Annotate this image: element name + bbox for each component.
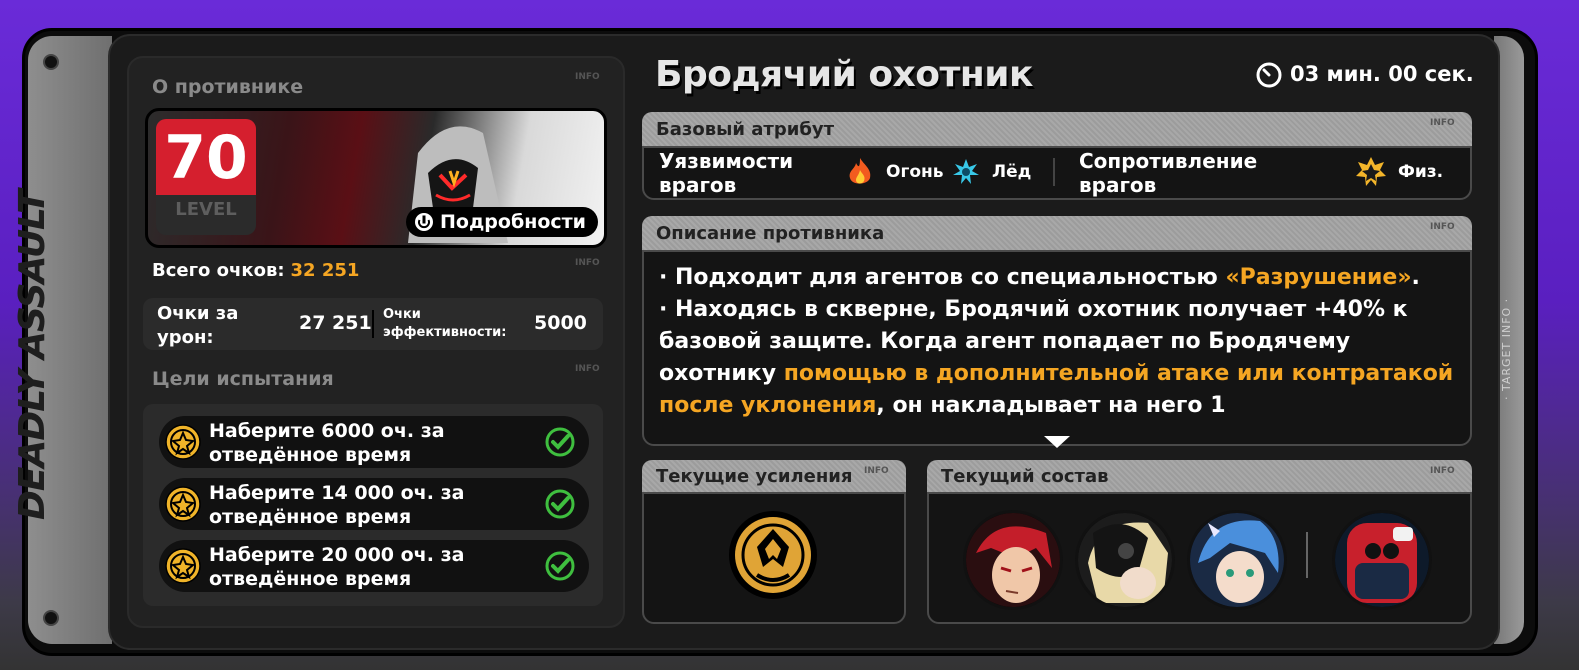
medal-icon <box>165 486 201 522</box>
bangboo-portrait <box>1335 513 1429 607</box>
damage-score-value: 27 251 <box>299 312 372 334</box>
current-team-title: Текущий состав <box>941 466 1109 487</box>
agent-avatar[interactable] <box>963 510 1063 610</box>
info-tag: INFO <box>1430 222 1455 232</box>
level-number: 70 <box>156 119 256 195</box>
power-icon <box>415 213 433 231</box>
divider <box>1053 158 1055 186</box>
desc-line-2-end: , он накладывает на него 1 <box>876 393 1226 418</box>
info-tag: INFO <box>1430 118 1455 128</box>
goal-text: Наберите 14 000 оч. за отведённое время <box>209 482 465 528</box>
screw-icon <box>43 610 59 626</box>
resistance-physical: Физ. <box>1398 162 1444 182</box>
about-enemy-title: О противнике <box>152 76 304 98</box>
target-info-label: · TARGET INFO · <box>1500 297 1513 400</box>
scroll-down-arrow-icon[interactable] <box>1044 436 1070 448</box>
info-tag: INFO <box>575 258 600 268</box>
total-score-label: Всего очков: <box>152 260 285 281</box>
info-tag: INFO <box>864 466 889 476</box>
level-badge: 70 LEVEL <box>156 119 256 235</box>
level-label: LEVEL <box>175 199 237 220</box>
challenge-goals-title: Цели испытания <box>152 368 334 390</box>
challenge-timer: 03 мин. 00 сек. <box>1256 62 1474 88</box>
timer-icon <box>1256 62 1282 88</box>
total-score-value: 32 251 <box>290 260 360 281</box>
agent-portrait <box>1190 513 1284 607</box>
efficiency-score-value: 5000 <box>534 312 587 334</box>
enemy-name-title: Бродячий охотник <box>655 54 1033 95</box>
medal-icon <box>165 424 201 460</box>
desc-highlight-1: «Разрушение» <box>1225 265 1412 290</box>
goals-list: Наберите 6000 оч. за отведённое время На… <box>143 404 603 606</box>
details-button[interactable]: Подробности <box>406 207 598 237</box>
weakness-label: Уязвимости врагов <box>659 149 794 197</box>
desc-line-1: · Подходит для агентов со специальностью <box>659 265 1218 290</box>
enemy-description-text: · Подходит для агентов со специальностью… <box>659 262 1459 440</box>
info-tag: INFO <box>575 364 600 374</box>
damage-score-label: Очки за урон: <box>157 303 239 348</box>
info-tag: INFO <box>575 72 600 82</box>
current-buffs-title: Текущие усиления <box>656 466 853 487</box>
efficiency-score-label: Очки эффективности: <box>383 307 507 340</box>
resistance-label: Сопротивление врагов <box>1079 149 1258 197</box>
enemy-description-title: Описание противника <box>656 223 885 244</box>
goal-item: Наберите 14 000 оч. за отведённое время <box>159 478 589 530</box>
ice-icon <box>953 159 979 184</box>
medal-icon <box>165 548 201 584</box>
timer-value: 03 мин. 00 сек. <box>1290 62 1474 86</box>
goal-text: Наберите 20 000 оч. за отведённое время <box>209 544 465 590</box>
bangboo-avatar[interactable] <box>1332 510 1432 610</box>
total-score: Всего очков: 32 251 <box>152 260 359 281</box>
desc-line-1-end: . <box>1411 265 1420 290</box>
check-icon <box>545 489 575 519</box>
weakness-fire: Огонь <box>886 162 944 182</box>
details-button-label: Подробности <box>440 211 586 233</box>
physical-icon <box>1356 157 1386 186</box>
screw-icon <box>43 54 59 70</box>
enemy-portrait-card[interactable]: 70 LEVEL Подробности <box>145 108 607 248</box>
base-attribute-title: Базовый атрибут <box>656 119 835 140</box>
check-icon <box>545 551 575 581</box>
team-divider <box>1306 532 1308 578</box>
current-team-header: Текущий состав <box>927 460 1472 492</box>
info-tag: INFO <box>1430 466 1455 476</box>
current-buffs-header: Текущие усиления <box>642 460 906 492</box>
divider <box>372 310 374 338</box>
enemy-description-header: Описание противника <box>642 216 1472 250</box>
agent-avatar[interactable] <box>1187 510 1287 610</box>
buff-emblem-icon[interactable] <box>727 509 819 601</box>
agent-portrait <box>966 513 1060 607</box>
check-icon <box>545 427 575 457</box>
weakness-ice: Лёд <box>992 162 1032 182</box>
agent-portrait <box>1078 513 1172 607</box>
mode-title: DEADLY ASSAULT <box>12 190 53 520</box>
agent-avatar[interactable] <box>1075 510 1175 610</box>
goal-item: Наберите 6000 оч. за отведённое время <box>159 416 589 468</box>
score-breakdown: Очки за урон: 27 251 Очки эффективности:… <box>143 298 603 350</box>
goal-text: Наберите 6000 оч. за отведённое время <box>209 420 445 466</box>
base-attribute-header: Базовый атрибут <box>642 112 1472 146</box>
fire-icon <box>849 158 871 184</box>
goal-item: Наберите 20 000 оч. за отведённое время <box>159 540 589 592</box>
